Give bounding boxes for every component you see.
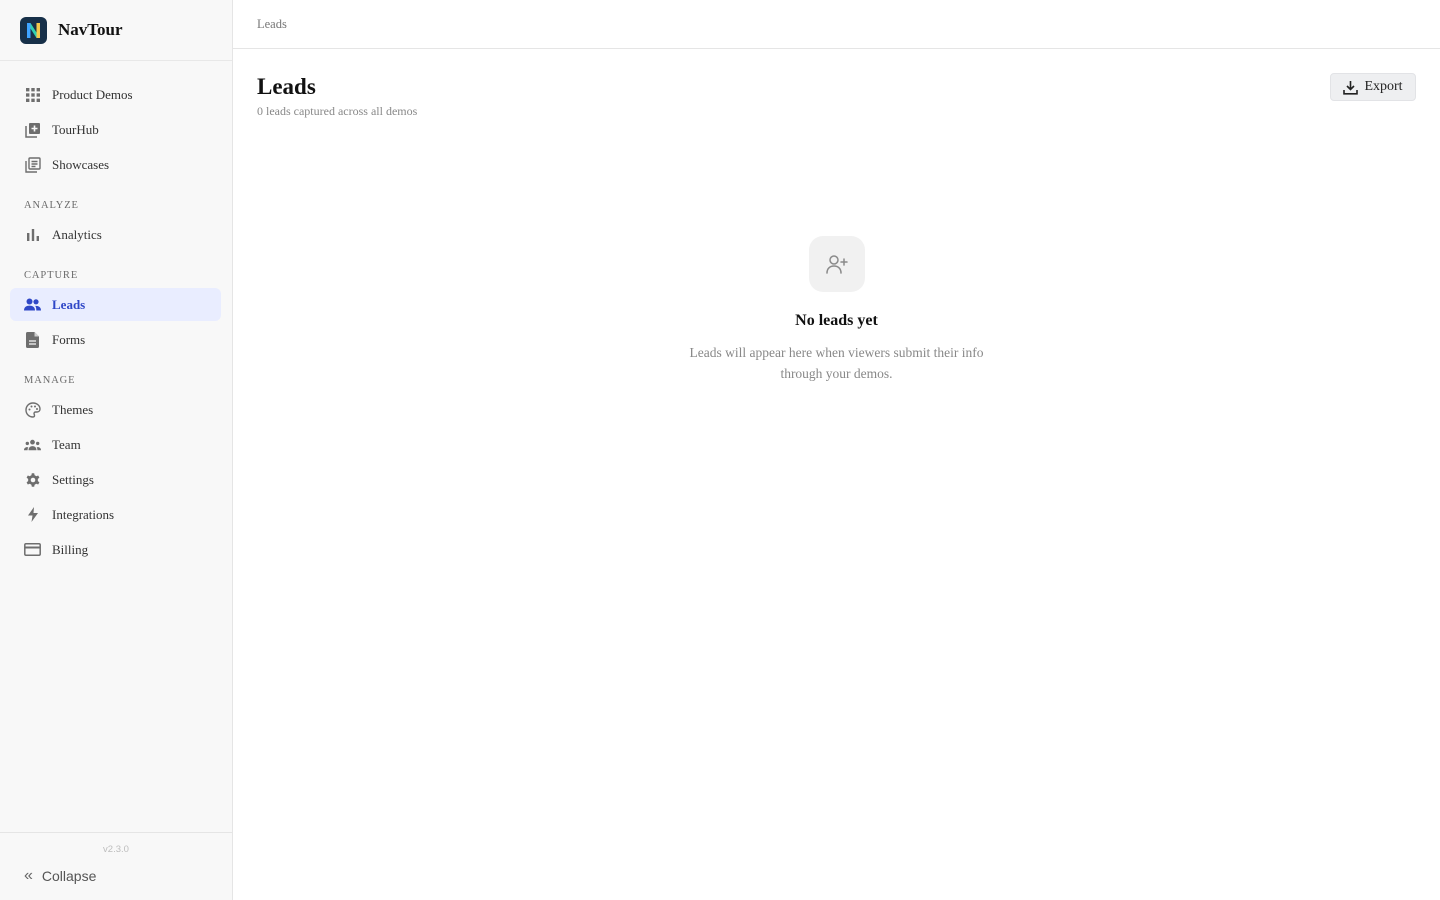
credit-card-icon xyxy=(24,541,41,558)
group-icon xyxy=(24,436,41,453)
sidebar-item-label: TourHub xyxy=(52,121,99,137)
sidebar-item-label: Team xyxy=(52,436,81,452)
sidebar-item-label: Integrations xyxy=(52,506,115,522)
logo-mark-icon xyxy=(27,22,40,38)
document-icon xyxy=(24,331,41,348)
export-button[interactable]: Export xyxy=(1330,73,1416,101)
empty-state: No leads yet Leads will appear here when… xyxy=(233,236,1440,384)
sidebar-item-tourhub[interactable]: TourHub xyxy=(10,113,221,146)
sidebar-item-label: Product Demos xyxy=(52,86,133,102)
sidebar-item-showcases[interactable]: Showcases xyxy=(10,148,221,181)
sidebar-item-leads[interactable]: Leads xyxy=(10,288,221,321)
collapse-button[interactable]: « Collapse xyxy=(24,867,96,885)
sidebar-item-label: Billing xyxy=(52,541,89,557)
palette-icon xyxy=(24,401,41,418)
page-subtitle: 0 leads captured across all demos xyxy=(257,104,418,118)
empty-state-message: Leads will appear here when viewers subm… xyxy=(689,345,984,381)
sidebar-item-label: Themes xyxy=(52,401,94,417)
people-icon xyxy=(24,296,41,313)
sidebar-item-integrations[interactable]: Integrations xyxy=(10,498,221,531)
sidebar-item-billing[interactable]: Billing xyxy=(10,533,221,566)
sidebar: NavTour Product Demos TourHub Showcases … xyxy=(0,0,233,900)
top-bar: Leads xyxy=(233,0,1440,49)
app-version: v2.3.0 xyxy=(103,844,129,855)
export-label: Export xyxy=(1364,79,1403,94)
sidebar-item-settings[interactable]: Settings xyxy=(10,463,221,496)
bar-chart-icon xyxy=(24,226,41,243)
empty-state-title: No leads yet xyxy=(795,312,878,329)
section-label-analyze: ANALYZE xyxy=(24,199,79,211)
sidebar-item-product-demos[interactable]: Product Demos xyxy=(10,78,221,111)
breadcrumb: Leads xyxy=(257,16,287,31)
sidebar-item-label: Showcases xyxy=(52,156,110,172)
sidebar-item-label: Settings xyxy=(52,471,94,487)
sidebar-footer: v2.3.0 « Collapse xyxy=(0,832,232,900)
sidebar-item-team[interactable]: Team xyxy=(10,428,221,461)
section-label-capture: CAPTURE xyxy=(24,269,79,281)
download-icon xyxy=(1343,80,1359,95)
page-title: Leads xyxy=(257,74,316,99)
sidebar-item-analytics[interactable]: Analytics xyxy=(10,218,221,251)
section-label-manage: MANAGE xyxy=(24,374,76,386)
sidebar-item-label: Analytics xyxy=(52,226,102,242)
grid-icon xyxy=(24,86,41,103)
brand[interactable]: NavTour xyxy=(0,0,232,61)
add-box-icon xyxy=(24,121,41,138)
brand-name: NavTour xyxy=(58,20,123,39)
collapse-label: Collapse xyxy=(41,868,97,884)
sidebar-item-label: Leads xyxy=(52,296,86,312)
sidebar-item-forms[interactable]: Forms xyxy=(10,323,221,356)
double-chevron-left-icon: « xyxy=(24,867,33,884)
navtour-logo xyxy=(20,16,47,44)
lightning-icon xyxy=(24,506,41,523)
library-icon xyxy=(24,156,41,173)
sidebar-nav: Product Demos TourHub Showcases ANALYZE … xyxy=(0,61,232,566)
gear-icon xyxy=(24,471,41,488)
add-user-icon xyxy=(808,236,865,292)
sidebar-item-themes[interactable]: Themes xyxy=(10,393,221,426)
main-content: Leads 0 leads captured across all demos … xyxy=(233,49,1440,900)
sidebar-item-label: Forms xyxy=(52,331,86,347)
